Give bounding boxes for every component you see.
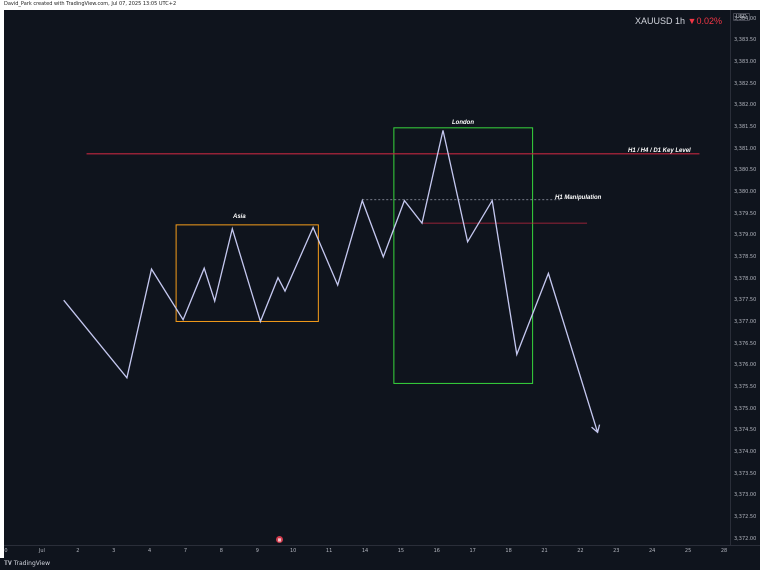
time-tick-label: 17 [469, 548, 476, 554]
time-tick-label: 10 [290, 548, 297, 554]
price-tick-label: 3,379.50 [734, 210, 757, 217]
event-marker-icon[interactable]: ▦ [276, 536, 283, 543]
price-tick-label: 3,380.50 [734, 167, 757, 174]
symbol-name: XAUUSD [634, 16, 673, 26]
chart-area[interactable]: XAUUSD 1h ▼0.02% Asia London H1 / H4 / D… [4, 10, 730, 545]
price-tick-label: 3,372.50 [734, 513, 757, 520]
chart-svg [63, 127, 700, 434]
price-tick-label: 3,381.50 [734, 123, 757, 130]
price-tick-label: 3,378.00 [734, 275, 757, 282]
time-tick-label: 8 [219, 548, 223, 554]
london-label: London [452, 120, 474, 126]
symbol-interval: 1h [675, 16, 686, 26]
price-tick-label: 3,377.00 [734, 318, 757, 325]
top-caption-bar: David_Park created with TradingView.com,… [0, 0, 760, 10]
manipulation-label: H1 Manipulation [555, 195, 602, 201]
london-session-box[interactable] [393, 127, 534, 384]
time-tick-label: 4 [148, 548, 152, 554]
price-tick-label: 3,379.00 [734, 232, 757, 239]
price-path-line[interactable] [63, 130, 599, 433]
time-tick-label: 7 [183, 548, 188, 554]
time-tick-label: 18 [505, 548, 512, 554]
time-tick-label: 28 [720, 548, 728, 554]
time-tick-label: 2 [76, 548, 80, 554]
price-tick-label: 3,382.00 [734, 102, 757, 109]
price-tick-label: 3,378.50 [734, 253, 757, 260]
price-tick-label: 3,372.00 [734, 535, 757, 542]
time-tick-label: 23 [613, 548, 620, 554]
price-tick-label: 3,377.50 [734, 297, 757, 304]
bottom-branding-bar: 𝐓𝐕 TradingView [0, 558, 760, 570]
price-tick-label: 3,375.00 [734, 405, 757, 412]
time-tick-label: 11 [325, 548, 333, 554]
time-tick-label: 24 [649, 548, 656, 554]
price-tick-label: 3,383.00 [734, 58, 757, 65]
price-tick-label: 3,376.00 [734, 362, 757, 369]
symbol-legend[interactable]: XAUUSD 1h ▼0.02% [635, 16, 722, 26]
price-tick-label: 3,373.50 [734, 470, 757, 477]
time-tick-label: 25 [684, 548, 692, 554]
time-tick-label: 3 [112, 548, 116, 554]
key-level-label: H1 / H4 / D1 Key Level [628, 148, 691, 154]
asia-label: Asia [233, 214, 246, 220]
price-tick-label: 3,375.50 [734, 383, 757, 390]
price-tick-label: 3,381.00 [734, 145, 757, 152]
price-tick-label: 3,376.50 [734, 340, 757, 347]
price-tick-label: 3,374.50 [734, 427, 757, 434]
time-tick-label: 15 [397, 548, 405, 554]
tradingview-logo-icon: 𝐓𝐕 TradingView [4, 560, 51, 567]
time-tick-label: 16 [433, 548, 440, 554]
price-tick-label: 3,374.00 [734, 448, 757, 455]
asia-session-box[interactable] [175, 224, 319, 322]
time-tick-label: 14 [361, 548, 369, 554]
price-axis[interactable]: USD 3,384.00 3,383.50 3,383.00 3,382.50 3,38… [730, 10, 760, 545]
price-tick-label: 3,383.50 [734, 37, 757, 44]
time-tick-label: 22 [577, 548, 584, 554]
time-tick-label: 21 [541, 548, 548, 554]
time-tick-label: Jul [38, 548, 45, 554]
creator-caption: David_Park created with TradingView.com,… [4, 1, 177, 7]
symbol-change: 0.02% [696, 16, 722, 26]
time-tick-label: 9 [255, 548, 259, 554]
time-axis[interactable]: 0 Jul 2 3 4 7 8 9 10 11 14 15 16 17 18 21 22 23 24 25 28 [4, 545, 760, 558]
price-tick-label: 3,373.00 [734, 492, 757, 499]
price-tick-label: 3,384.00 [734, 15, 757, 22]
price-tick-label: 3,382.50 [734, 80, 757, 87]
time-tick-label: 0 [4, 548, 8, 554]
price-tick-label: 3,380.00 [734, 188, 757, 195]
